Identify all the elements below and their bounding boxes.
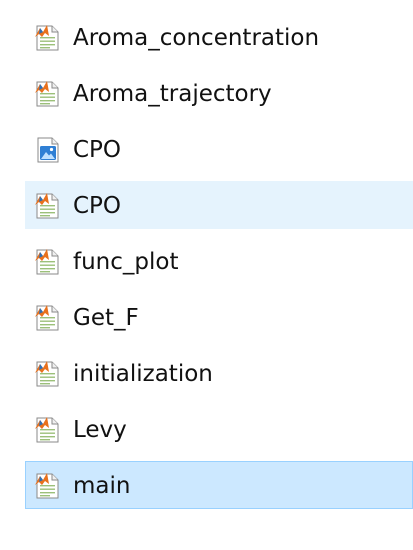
file-item-cpo-script[interactable]: CPO bbox=[25, 181, 413, 229]
file-list: Aroma_concentration Aroma_trajectory CPO… bbox=[25, 13, 413, 517]
file-name: func_plot bbox=[73, 249, 179, 275]
file-name: initialization bbox=[73, 361, 213, 387]
matlab-script-icon bbox=[34, 472, 62, 500]
matlab-script-icon bbox=[34, 80, 62, 108]
file-item-aroma-concentration[interactable]: Aroma_concentration bbox=[25, 13, 413, 61]
file-item-initialization[interactable]: initialization bbox=[25, 349, 413, 397]
matlab-script-icon bbox=[34, 24, 62, 52]
file-item-main[interactable]: main bbox=[25, 461, 413, 509]
file-name: Aroma_concentration bbox=[73, 25, 320, 51]
figure-file-icon bbox=[34, 136, 62, 164]
file-item-get-f[interactable]: Get_F bbox=[25, 293, 413, 341]
file-name: CPO bbox=[73, 193, 122, 219]
file-item-cpo-figure[interactable]: CPO bbox=[25, 125, 413, 173]
matlab-script-icon bbox=[34, 192, 62, 220]
matlab-script-icon bbox=[34, 360, 62, 388]
file-name: Aroma_trajectory bbox=[73, 81, 272, 107]
matlab-script-icon bbox=[34, 248, 62, 276]
file-item-levy[interactable]: Levy bbox=[25, 405, 413, 453]
file-name: Get_F bbox=[73, 305, 139, 331]
matlab-script-icon bbox=[34, 304, 62, 332]
file-item-aroma-trajectory[interactable]: Aroma_trajectory bbox=[25, 69, 413, 117]
file-name: CPO bbox=[73, 137, 122, 163]
file-item-func-plot[interactable]: func_plot bbox=[25, 237, 413, 285]
file-name: Levy bbox=[73, 417, 127, 443]
file-name: main bbox=[73, 473, 131, 499]
matlab-script-icon bbox=[34, 416, 62, 444]
